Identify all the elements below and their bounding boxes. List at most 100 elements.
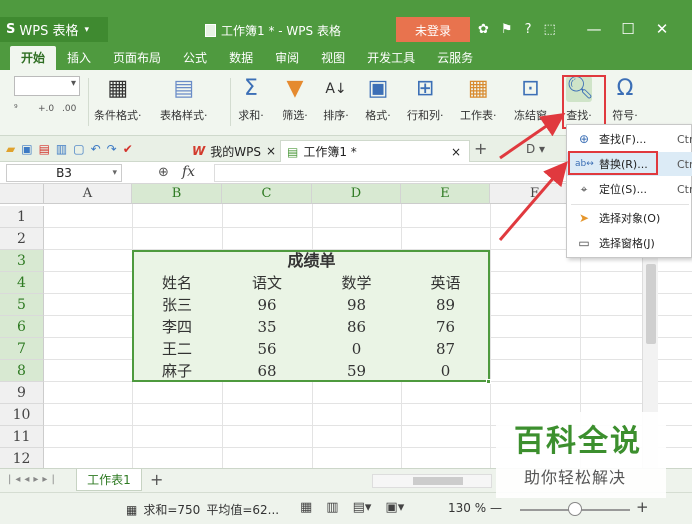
print-icon[interactable]: ▥	[56, 142, 67, 156]
new-tab-button[interactable]: +	[474, 139, 487, 158]
table-cell[interactable]: 李四	[132, 316, 222, 338]
zoom-slider-knob[interactable]	[568, 502, 582, 516]
table-cell[interactable]: 76	[401, 316, 490, 338]
sum-button[interactable]: Σ 求和·	[238, 76, 264, 123]
row-header[interactable]: 11	[0, 426, 44, 448]
app-menu-button[interactable]: S WPS 表格 ▾	[0, 17, 108, 42]
table-cell[interactable]: 王二	[132, 338, 222, 360]
table-cell[interactable]: 68	[222, 360, 312, 382]
rows-cols-button[interactable]: ⊞ 行和列·	[407, 76, 444, 123]
tab-bar-right-icons[interactable]: D ▾	[526, 142, 545, 156]
tab-formulas[interactable]: 公式	[172, 46, 218, 70]
login-button[interactable]: 未登录	[396, 17, 470, 44]
scrollbar-thumb[interactable]	[413, 477, 463, 485]
tab-home[interactable]: 开始	[10, 46, 57, 70]
normal-view-icon[interactable]: ▦	[300, 500, 312, 515]
table-cell[interactable]: 87	[401, 338, 490, 360]
close-icon[interactable]: ×	[266, 144, 276, 158]
skin-icon[interactable]: ✿	[478, 22, 489, 37]
close-button[interactable]: ✕	[654, 20, 670, 38]
freeze-panes-button[interactable]: ⊡ 冻结窗	[514, 76, 547, 123]
row-header[interactable]: 1	[0, 206, 44, 228]
table-cell[interactable]: 86	[312, 316, 401, 338]
tab-insert[interactable]: 插入	[56, 46, 102, 70]
undo-icon[interactable]: ↶	[91, 142, 101, 156]
worksheet-button[interactable]: ▦ 工作表·	[460, 76, 497, 123]
row-header[interactable]: 8	[0, 360, 44, 382]
menu-item-select-pane[interactable]: ▭ 选择窗格(J)	[567, 231, 692, 255]
table-cell[interactable]: 0	[401, 360, 490, 382]
filter-button[interactable]: ▼ 筛选·	[282, 76, 308, 123]
table-header[interactable]: 英语	[401, 272, 490, 294]
column-header-a[interactable]: A	[44, 184, 132, 204]
zoom-in-button[interactable]: +	[636, 498, 649, 516]
add-sheet-button[interactable]: +	[150, 470, 163, 489]
menu-item-find[interactable]: ⊕ 查找(F)... Ctr	[567, 127, 692, 151]
menu-item-goto[interactable]: ⌖ 定位(S)... Ctr	[567, 177, 692, 201]
pdf-icon[interactable]: ▤	[39, 142, 50, 156]
tab-page-layout[interactable]: 页面布局	[102, 46, 172, 70]
page-break-view-icon[interactable]: ▥	[326, 500, 338, 515]
row-header[interactable]: 3	[0, 250, 44, 272]
row-header[interactable]: 4	[0, 272, 44, 294]
row-header[interactable]: 6	[0, 316, 44, 338]
zoom-level[interactable]: 130 % —	[448, 501, 502, 515]
save-icon[interactable]: ▣	[21, 142, 32, 156]
format-button[interactable]: ▣ 格式·	[365, 76, 391, 123]
help-icon[interactable]: ?	[525, 22, 532, 37]
shirt-icon[interactable]: ⚑	[501, 22, 513, 37]
row-header[interactable]: 12	[0, 448, 44, 468]
table-header[interactable]: 姓名	[132, 272, 222, 294]
select-all-corner[interactable]	[0, 184, 44, 204]
fill-handle[interactable]	[486, 379, 491, 384]
table-cell[interactable]: 56	[222, 338, 312, 360]
sheet-nav-arrows[interactable]: |◂◂▸▸|	[8, 474, 59, 485]
table-title[interactable]: 成绩单	[222, 250, 401, 272]
scrollbar-thumb[interactable]	[646, 264, 656, 344]
reading-mode-icon[interactable]: ▣▾	[385, 500, 404, 515]
tab-workbook[interactable]: ▤ 工作簿1 * ×	[280, 140, 470, 162]
table-style-button[interactable]: ▤ 表格样式·	[160, 76, 208, 123]
column-header-d[interactable]: D	[312, 184, 401, 204]
table-header[interactable]: 语文	[222, 272, 312, 294]
minimize-button[interactable]: —	[586, 20, 602, 38]
restore-icon[interactable]: ⬚	[543, 22, 555, 37]
horizontal-scrollbar[interactable]	[372, 474, 492, 488]
increase-decimal-button[interactable]: +.0	[38, 104, 54, 114]
column-header-c[interactable]: C	[222, 184, 312, 204]
close-icon[interactable]: ×	[451, 145, 461, 159]
percent-icon[interactable]: ⁹	[14, 104, 18, 114]
zoom-search-icon[interactable]: ⊕	[158, 165, 169, 180]
row-header[interactable]: 9	[0, 382, 44, 404]
open-icon[interactable]: ▰	[6, 142, 15, 156]
tab-cloud[interactable]: 云服务	[426, 46, 484, 70]
name-box[interactable]: B3 ▾	[6, 164, 122, 182]
table-cell[interactable]: 0	[312, 338, 401, 360]
row-header[interactable]: 10	[0, 404, 44, 426]
table-cell[interactable]: 96	[222, 294, 312, 316]
sheet-tab[interactable]: 工作表1	[76, 469, 142, 491]
table-header[interactable]: 数学	[312, 272, 401, 294]
column-header-e[interactable]: E	[401, 184, 490, 204]
row-header[interactable]: 5	[0, 294, 44, 316]
number-format-select[interactable]	[14, 76, 80, 96]
row-header[interactable]: 2	[0, 228, 44, 250]
menu-item-select-object[interactable]: ➤ 选择对象(O)	[567, 206, 692, 230]
page-layout-view-icon[interactable]: ▤▾	[353, 500, 372, 515]
chevron-down-icon[interactable]: ▾	[112, 165, 117, 181]
function-icon[interactable]: fx	[182, 164, 195, 180]
maximize-button[interactable]: ☐	[620, 20, 636, 38]
tab-developer[interactable]: 开发工具	[356, 46, 426, 70]
tab-data[interactable]: 数据	[218, 46, 264, 70]
symbol-button[interactable]: Ω 符号·	[612, 76, 638, 123]
table-cell[interactable]: 麻子	[132, 360, 222, 382]
decrease-decimal-button[interactable]: .00	[62, 104, 76, 114]
preview-icon[interactable]: ▢	[73, 142, 84, 156]
redo-icon[interactable]: ↷	[107, 142, 117, 156]
table-cell[interactable]: 59	[312, 360, 401, 382]
table-cell[interactable]: 35	[222, 316, 312, 338]
row-header[interactable]: 7	[0, 338, 44, 360]
table-cell[interactable]: 89	[401, 294, 490, 316]
chevron-down-icon[interactable]: ✔	[123, 142, 133, 156]
table-cell[interactable]: 张三	[132, 294, 222, 316]
